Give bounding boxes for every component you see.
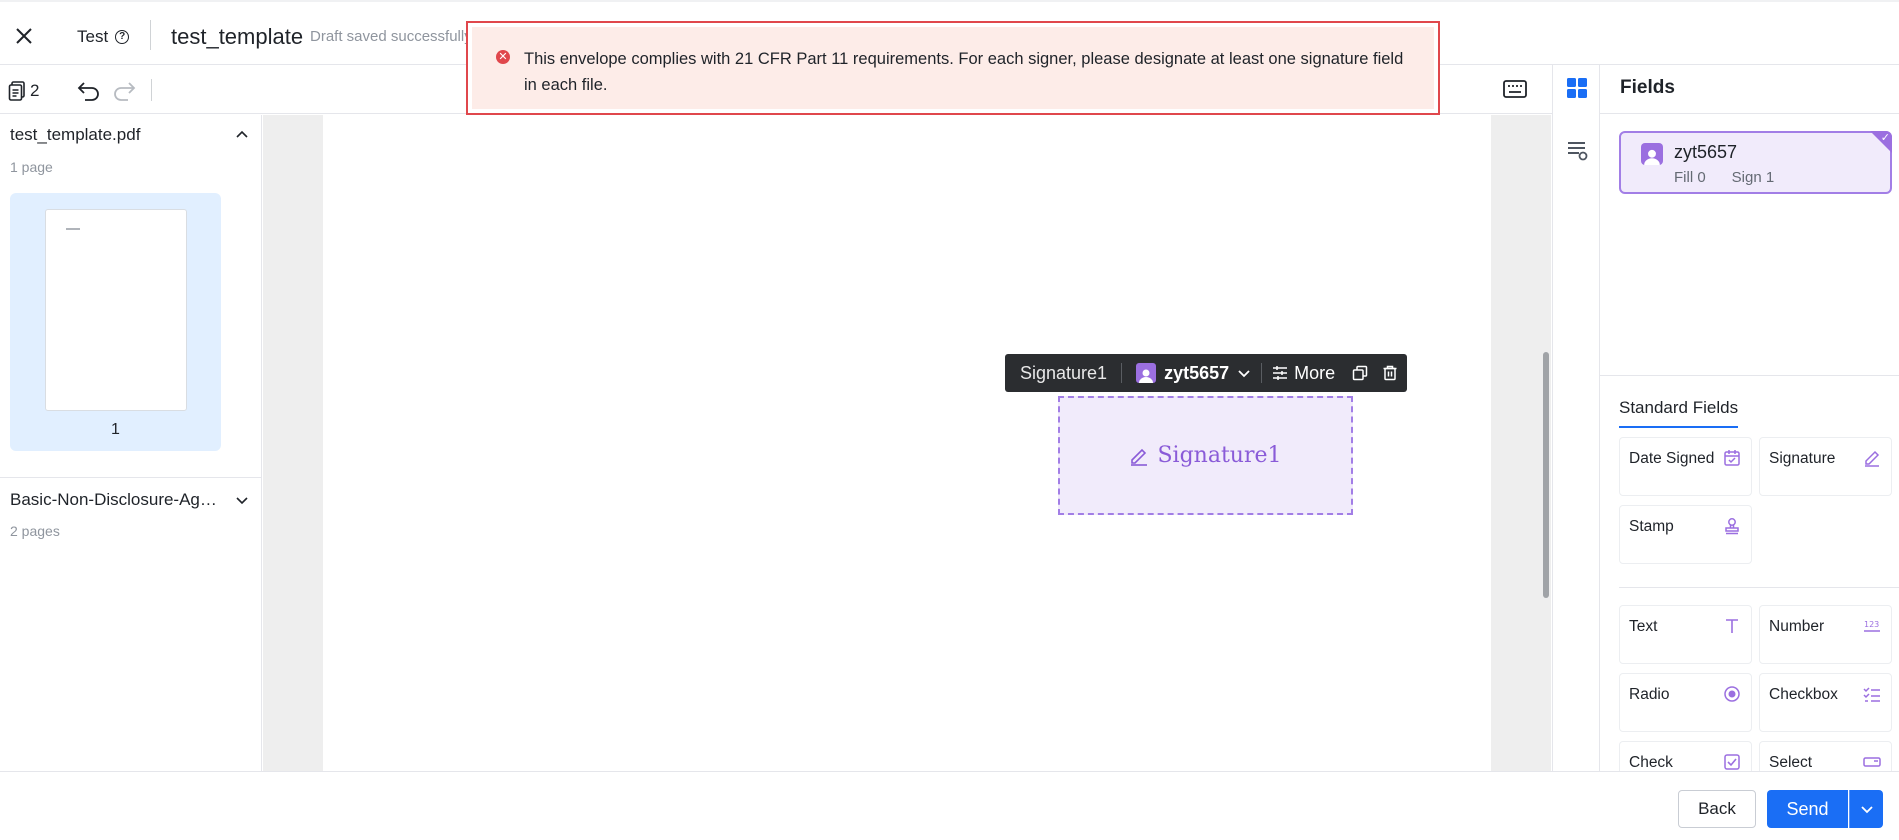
field-tile-label: Select: [1769, 754, 1813, 771]
back-button[interactable]: Back: [1678, 790, 1756, 828]
sliders-icon: [1273, 366, 1288, 380]
field-tile-select[interactable]: Select: [1759, 741, 1892, 771]
number-icon: 123: [1864, 620, 1880, 632]
check-icon: [1724, 754, 1740, 770]
signature-field-label: Signature1: [1157, 443, 1282, 468]
field-tile-label: Radio: [1629, 686, 1670, 703]
field-tile-date-signed[interactable]: Date Signed: [1619, 437, 1752, 496]
error-icon: ✕: [496, 50, 510, 64]
help-icon[interactable]: ?: [115, 30, 130, 44]
send-options-button[interactable]: [1849, 790, 1883, 828]
toolbar-divider: [151, 79, 152, 101]
signer-card[interactable]: zyt5657 Fill 0 Sign 1 ✓: [1619, 131, 1892, 194]
user-avatar-icon: [1641, 143, 1663, 165]
canvas-scrollbar[interactable]: [1543, 352, 1549, 598]
field-tile-label: Stamp: [1629, 518, 1674, 535]
field-tile-signature[interactable]: Signature: [1759, 437, 1892, 496]
stamp-icon: [1725, 518, 1739, 535]
delete-icon[interactable]: [1375, 358, 1405, 388]
signature-field-box[interactable]: Signature1: [1058, 396, 1353, 515]
panel-divider: [1600, 113, 1899, 114]
document-name: test_template.pdf: [10, 125, 141, 144]
chevron-down-icon[interactable]: [234, 492, 250, 508]
template-type-label: Test: [77, 27, 109, 46]
panel-divider: [1600, 375, 1899, 376]
field-list-settings-icon[interactable]: [1566, 139, 1588, 161]
thumbnail-preview: [45, 209, 187, 411]
field-tile-label: Number: [1769, 618, 1825, 635]
calendar-icon: [1724, 450, 1740, 466]
field-tile-label: Text: [1629, 618, 1658, 635]
field-tile-label: Checkbox: [1769, 686, 1838, 703]
signer-name: zyt5657: [1164, 362, 1230, 383]
document-name: Basic-Non-Disclosure-Agreement: [10, 490, 220, 509]
draft-status: Draft saved successfully: [310, 28, 472, 45]
toast-body: ✕ This envelope complies with 21 CFR Par…: [472, 27, 1434, 109]
chevron-up-icon[interactable]: [234, 127, 250, 143]
field-tile-stamp[interactable]: Stamp: [1619, 505, 1752, 564]
document-page-count: 1 page: [10, 159, 53, 175]
panel-divider: [0, 477, 261, 478]
select-icon: [1863, 757, 1881, 767]
error-toast: ✕ This envelope complies with 21 CFR Par…: [466, 21, 1440, 115]
svg-text:123: 123: [1864, 620, 1879, 629]
field-tile-check[interactable]: Check: [1619, 741, 1752, 771]
template-type: Test ?: [77, 27, 130, 47]
documents-icon: [8, 81, 25, 101]
user-avatar-icon: [1136, 363, 1157, 383]
text-icon: [1726, 619, 1738, 633]
close-icon[interactable]: [12, 24, 36, 48]
undo-icon[interactable]: [76, 79, 102, 101]
footer-bar: Back Send: [0, 771, 1899, 840]
document-list-panel: test_template.pdf 1 page 1 Basic-Non-Dis…: [0, 115, 262, 771]
field-toolbar: Signature1 zyt5657 More: [1005, 354, 1407, 392]
fields-panel-icon[interactable]: [1566, 77, 1588, 99]
radio-icon: [1724, 686, 1740, 702]
fields-panel: Fields zyt5657 Fill 0 Sign 1 ✓ Standard …: [1600, 65, 1899, 771]
page-thumbnail[interactable]: 1: [10, 193, 221, 451]
side-icon-rail: [1552, 65, 1600, 771]
toast-message: This envelope complies with 21 CFR Part …: [524, 50, 1404, 94]
header-divider: [150, 20, 151, 50]
checkbox-list-icon: [1863, 687, 1880, 702]
template-name[interactable]: test_template: [171, 24, 303, 50]
document-item-header[interactable]: test_template.pdf: [10, 125, 250, 145]
signer-name: zyt5657: [1674, 142, 1738, 162]
standard-fields-tab[interactable]: Standard Fields: [1619, 398, 1739, 428]
chevron-down-icon: [1860, 806, 1873, 814]
more-settings-button[interactable]: More: [1262, 363, 1345, 384]
more-label: More: [1294, 362, 1336, 383]
field-name-label[interactable]: Signature1: [1005, 363, 1121, 384]
thumbnail-page-number: 1: [111, 421, 120, 438]
sign-count: Sign 1: [1731, 169, 1775, 186]
document-canvas: [263, 115, 1551, 771]
redo-icon[interactable]: [111, 79, 137, 101]
document-page-count: 2 pages: [10, 523, 60, 539]
duplicate-icon[interactable]: [1345, 358, 1375, 388]
field-tile-label: Check: [1629, 754, 1673, 771]
chevron-down-icon: [1238, 370, 1250, 378]
field-tile-number[interactable]: Number 123: [1759, 605, 1892, 664]
send-button[interactable]: Send: [1767, 790, 1848, 828]
document-count: 2: [30, 81, 40, 100]
panel-divider: [1619, 587, 1899, 588]
panel-title: Fields: [1620, 77, 1675, 98]
field-tile-label: Date Signed: [1629, 450, 1715, 467]
signer-field-counts: Fill 0 Sign 1: [1674, 169, 1774, 186]
selected-check-icon: ✓: [1870, 131, 1892, 153]
field-tile-text[interactable]: Text: [1619, 605, 1752, 664]
keyboard-shortcuts-icon[interactable]: [1502, 78, 1528, 100]
signer-dropdown[interactable]: zyt5657: [1122, 363, 1261, 384]
field-tile-radio[interactable]: Radio: [1619, 673, 1752, 732]
field-tile-label: Signature: [1769, 450, 1836, 467]
pen-icon: [1131, 448, 1148, 466]
document-item-header[interactable]: Basic-Non-Disclosure-Agreement: [10, 490, 250, 510]
fill-count: Fill 0: [1674, 169, 1706, 186]
pen-icon: [1865, 450, 1880, 467]
document-count-button[interactable]: 2: [8, 81, 39, 101]
field-tile-checkbox[interactable]: Checkbox: [1759, 673, 1892, 732]
